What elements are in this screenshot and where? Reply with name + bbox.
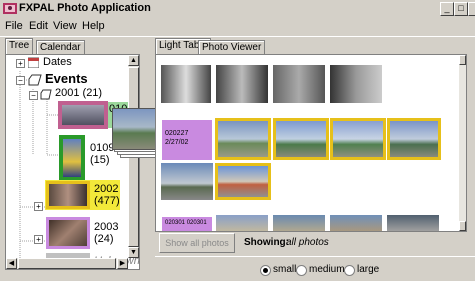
photo-thumbnail[interactable] (387, 215, 439, 231)
tree-item-dates[interactable]: Dates (43, 56, 72, 68)
window-title: FXPAL Photo Application (19, 2, 151, 14)
scroll-left-icon[interactable]: ◀ (6, 258, 17, 269)
menu-view[interactable]: View (53, 20, 77, 32)
showing-label: Showing: (244, 237, 289, 248)
photo-thumbnail[interactable] (273, 215, 325, 231)
light-table-scrollbar[interactable] (459, 55, 466, 231)
scroll-up-icon[interactable]: ▲ (128, 55, 139, 66)
footer-divider (155, 256, 475, 257)
app-icon (3, 3, 17, 14)
tree-hscroll-thumb[interactable] (18, 258, 116, 269)
size-small-radio[interactable] (260, 265, 271, 276)
minimize-icon[interactable]: _ (440, 2, 454, 16)
tree-horizontal-scrollbar[interactable]: ◀ ▶ (6, 258, 128, 269)
photo-thumbnail[interactable] (216, 215, 268, 231)
tab-tree[interactable]: Tree (5, 38, 34, 55)
menu-divider (0, 36, 475, 37)
expand-2002-icon[interactable]: + (34, 202, 43, 211)
scroll-up-icon[interactable] (459, 55, 466, 65)
event-b-thumbnail[interactable] (59, 135, 85, 181)
expand-2003-icon[interactable]: + (34, 235, 43, 244)
tree-panel: + Dates − Events − 2001 (21) 01060 ( 010… (5, 54, 140, 270)
year-2003-thumbnail[interactable] (46, 217, 90, 249)
size-large-radio[interactable] (344, 265, 355, 276)
photo-thumbnail[interactable] (161, 163, 213, 200)
photo-thumbnail-selected[interactable] (215, 163, 271, 200)
collapse-2001-icon[interactable]: − (29, 91, 38, 100)
event-group-tile[interactable]: 020301 020301 (162, 217, 212, 231)
tab-photo-viewer[interactable]: Photo Viewer (198, 40, 266, 55)
size-medium-label: medium (309, 264, 345, 275)
photo-thumbnail[interactable] (161, 65, 211, 103)
tree-item-2002[interactable]: 2002 (94, 183, 118, 195)
photo-thumbnail[interactable] (216, 65, 268, 103)
photo-thumbnail-selected[interactable] (330, 118, 386, 160)
folder-2001-icon (40, 89, 52, 100)
size-large-label: large (357, 264, 380, 275)
show-all-photos-button[interactable]: Show all photos (159, 233, 235, 253)
tree-item-events[interactable]: Events (45, 71, 88, 86)
tree-item-2003[interactable]: 2003 (94, 221, 118, 233)
scroll-down-icon[interactable] (459, 221, 466, 231)
light-table-panel: 020227 2/27/02 020301 020301 (155, 54, 467, 232)
showing-value: all photos (286, 237, 329, 248)
event-a-thumbnail[interactable] (58, 101, 108, 129)
year-2002-thumbnail[interactable] (46, 181, 90, 209)
size-medium-radio[interactable] (296, 265, 307, 276)
scroll-down-icon[interactable]: ▼ (128, 247, 139, 258)
tree-item-2001[interactable]: 2001 (21) (55, 87, 102, 99)
events-folder-icon (28, 74, 42, 86)
collapse-events-icon[interactable]: − (16, 76, 25, 85)
close-icon[interactable] (468, 2, 475, 16)
photo-thumbnail[interactable] (330, 65, 382, 103)
menu-edit[interactable]: Edit (29, 20, 48, 32)
group-date: 2/27/02 (165, 139, 189, 146)
photo-thumbnail[interactable] (330, 215, 382, 231)
tab-calendar[interactable]: Calendar (36, 40, 85, 55)
expand-dates-icon[interactable]: + (16, 59, 25, 68)
maximize-icon[interactable]: □ (454, 2, 468, 16)
group-date-id: 020227 (165, 130, 189, 137)
event-group-tile[interactable]: 020227 2/27/02 (162, 120, 212, 160)
group-date-id: 020301 020301 (165, 220, 207, 226)
menu-help[interactable]: Help (82, 20, 105, 32)
photo-thumbnail-selected[interactable] (215, 118, 271, 160)
tree-item-2003-count: (24) (94, 233, 114, 245)
photo-thumbnail-selected[interactable] (387, 118, 441, 160)
tree-item-event-b-count: (15) (90, 154, 110, 166)
photo-thumbnail-selected[interactable] (273, 118, 329, 160)
scroll-right-icon[interactable]: ▶ (117, 258, 128, 269)
calendar-icon (28, 57, 39, 68)
size-small-label: small (273, 264, 297, 275)
tree-item-2002-count: (477) (94, 195, 120, 207)
menu-file[interactable]: File (5, 20, 23, 32)
photo-thumbnail[interactable] (273, 65, 325, 103)
